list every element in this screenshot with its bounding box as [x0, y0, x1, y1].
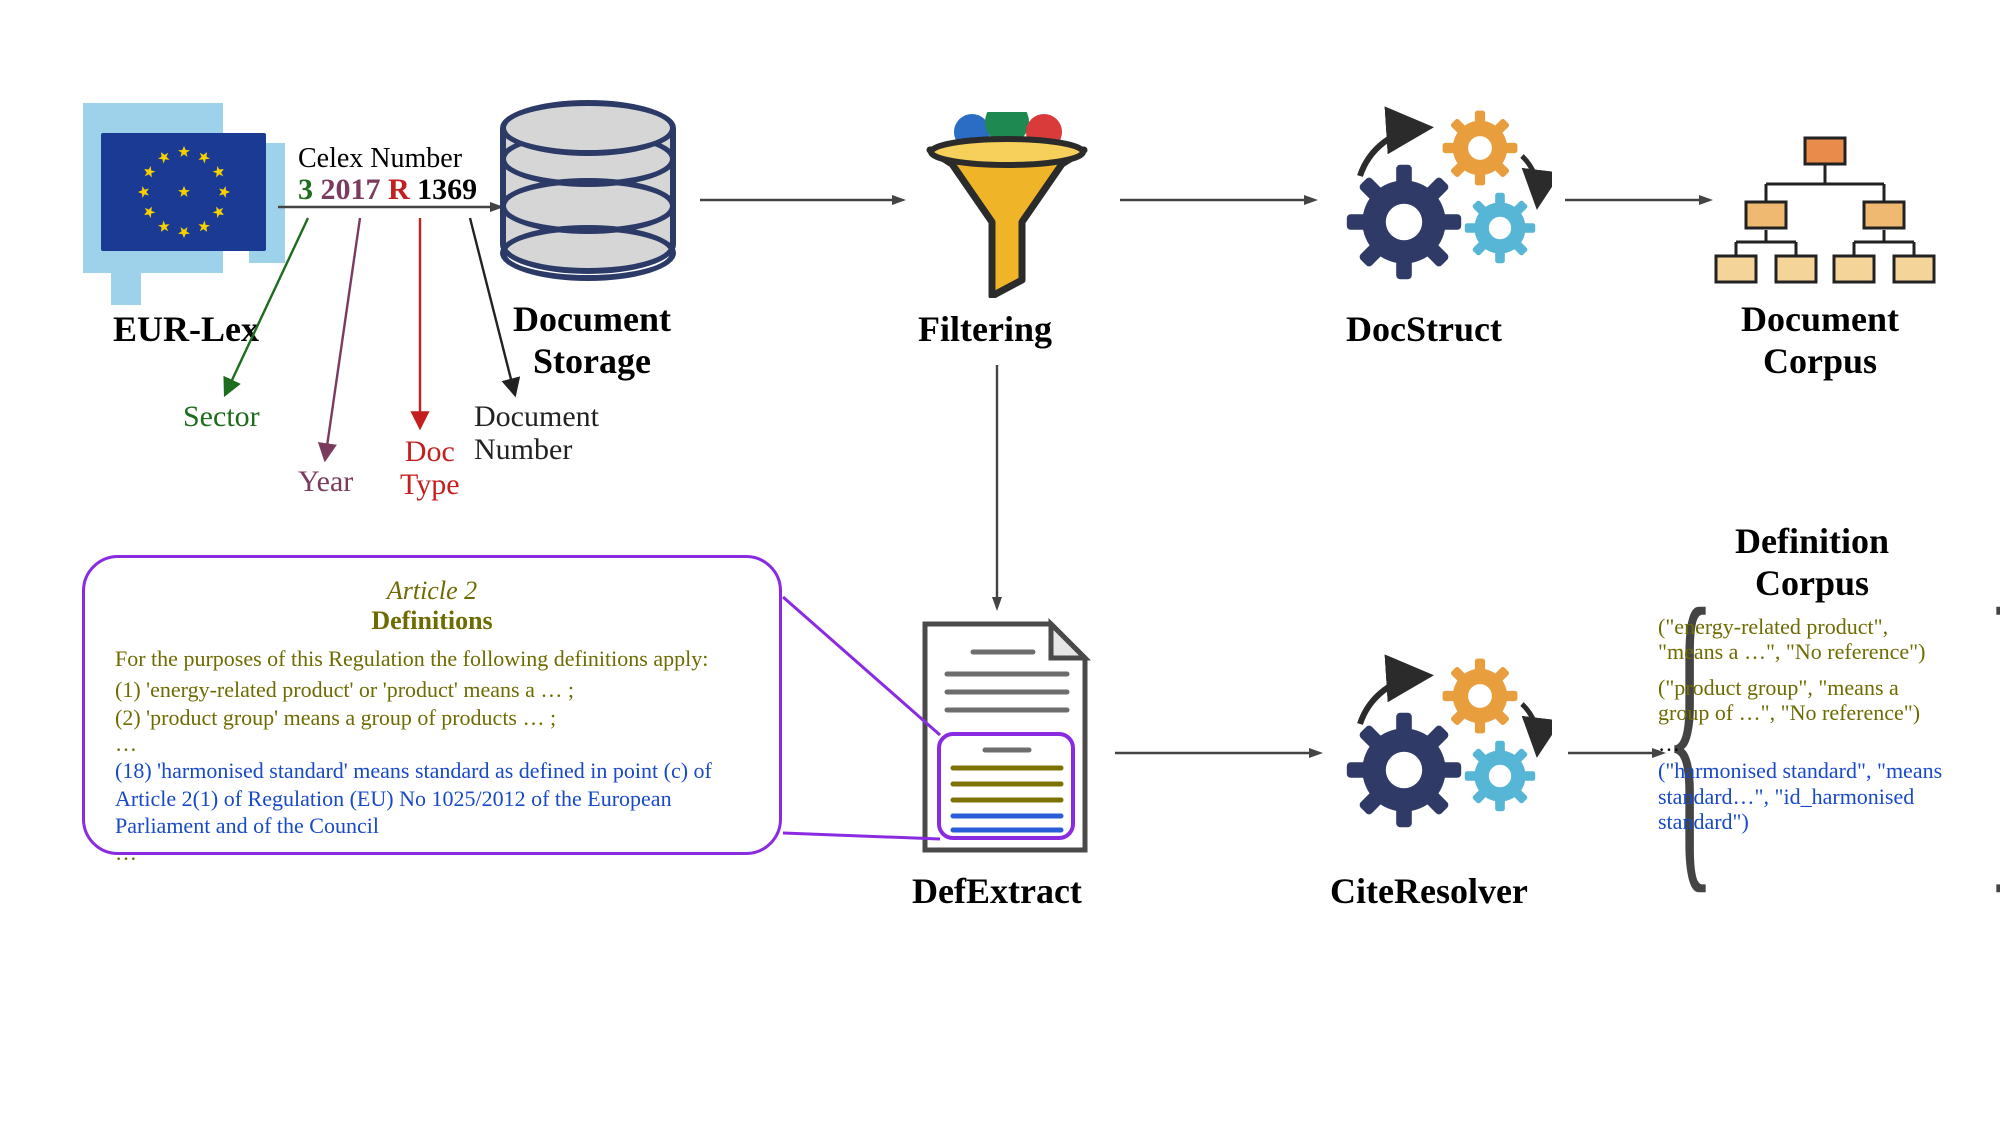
- celex-sector: 3: [298, 173, 313, 206]
- callout-ellipsis-2: …: [115, 840, 749, 866]
- gears-citeresolver-icon: [1332, 648, 1552, 848]
- callout-connector-lines: [782, 575, 962, 865]
- celex-number: 3 2017 R 1369: [298, 173, 498, 207]
- callout-item-1: (1) 'energy-related product' or 'product…: [115, 676, 749, 704]
- legend-year: Year: [298, 465, 353, 499]
- callout-ellipsis: …: [115, 731, 749, 757]
- tree-hierarchy-icon: [1710, 132, 1940, 297]
- definition-corpus-content: ("energy-related product", "means a …", …: [1658, 614, 1953, 844]
- definitions-callout: Article 2 Definitions For the purposes o…: [82, 555, 782, 855]
- docstruct-label: DocStruct: [1346, 308, 1502, 350]
- cite-label: CiteResolver: [1330, 870, 1528, 912]
- gears-docstruct-icon: [1332, 100, 1552, 300]
- tuple-3: ("harmonised standard", "means standard……: [1658, 758, 1953, 834]
- doccorpus-label: Document Corpus: [1720, 298, 1920, 383]
- funnel-icon: [912, 112, 1102, 303]
- brace-right-icon: }: [1987, 575, 2000, 886]
- celex-number: 1369: [417, 173, 477, 206]
- arrow-filter-to-docstruct: [1120, 193, 1320, 207]
- celex-year: 2017: [321, 173, 381, 206]
- callout-article: Article 2: [115, 576, 749, 606]
- legend-sector: Sector: [183, 400, 260, 434]
- legend-doctype: Doc Type: [400, 435, 460, 501]
- tuples-ellipsis: …: [1658, 731, 1953, 756]
- arrow-filter-to-defextract: [990, 365, 1004, 615]
- arrow-docstruct-to-corpus: [1565, 193, 1715, 207]
- callout-heading: Definitions: [115, 606, 749, 636]
- arrow-defextract-to-cite: [1115, 746, 1325, 760]
- database-icon: [500, 100, 676, 290]
- filtering-label: Filtering: [918, 308, 1052, 350]
- celex-title: Celex Number: [298, 143, 462, 175]
- celex-doctype: R: [388, 173, 410, 206]
- tuple-2: ("product group", "means a group of …", …: [1658, 675, 1953, 726]
- storage-label: Document Storage: [497, 298, 687, 383]
- arrow-cite-to-defcorpus: [1568, 746, 1668, 760]
- legend-docnum: Document Number: [474, 400, 599, 466]
- callout-item-2: (2) 'product group' means a group of pro…: [115, 704, 749, 732]
- tuple-1: ("energy-related product", "means a …", …: [1658, 614, 1953, 665]
- arrow-storage-to-filter: [700, 193, 910, 207]
- callout-intro: For the purposes of this Regulation the …: [115, 646, 749, 672]
- defextract-label: DefExtract: [912, 870, 1082, 912]
- defcorpus-label: Definition Corpus: [1712, 520, 1912, 605]
- callout-item-18: (18) 'harmonised standard' means standar…: [115, 757, 749, 840]
